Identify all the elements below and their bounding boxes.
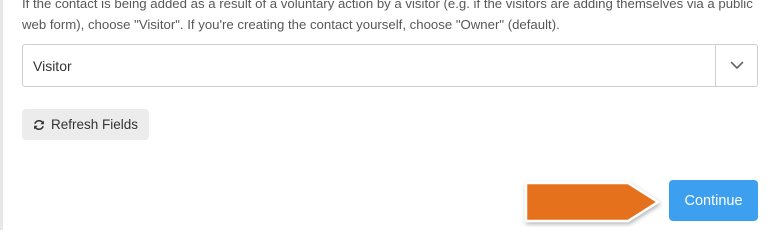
pointer-arrow-shape xyxy=(524,181,660,223)
contact-source-help-text: If the contact is being added as a resul… xyxy=(22,0,753,32)
chevron-down-icon xyxy=(730,61,743,69)
refresh-icon xyxy=(33,119,45,131)
contact-source-select[interactable]: Visitor xyxy=(22,44,758,87)
select-dropdown-toggle[interactable] xyxy=(715,45,757,86)
continue-button[interactable]: Continue xyxy=(669,180,758,221)
refresh-fields-label: Refresh Fields xyxy=(51,117,139,132)
contact-source-selected-value: Visitor xyxy=(33,57,72,74)
refresh-fields-button[interactable]: Refresh Fields xyxy=(22,109,150,140)
pointer-arrow-annotation xyxy=(524,181,660,223)
panel-left-border xyxy=(0,0,3,230)
